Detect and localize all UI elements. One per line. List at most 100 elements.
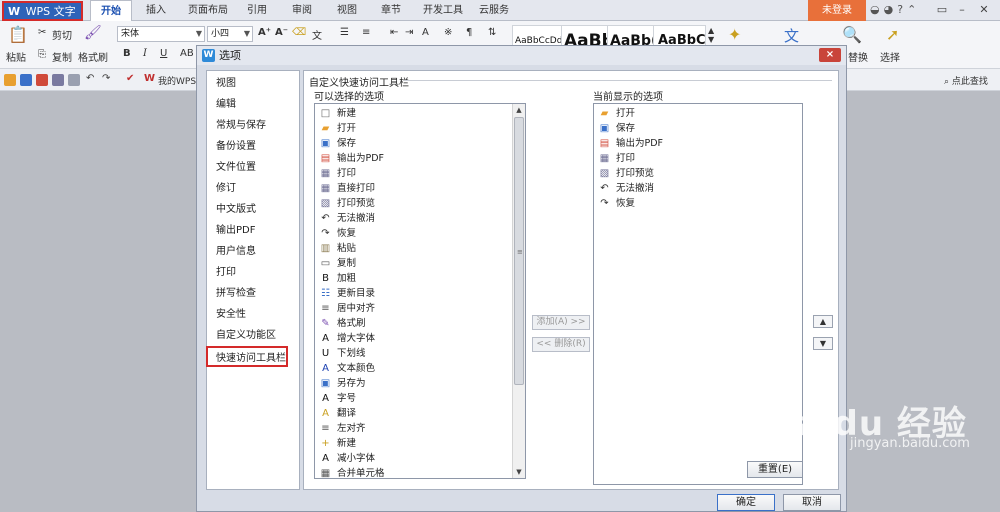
cut-icon[interactable]: ✂ <box>38 27 46 38</box>
list-item[interactable]: A 字号 <box>317 391 356 406</box>
nav-item-print[interactable]: 打印 <box>207 262 299 283</box>
styles-scroll-icon[interactable]: ▲ ▼ <box>708 26 714 44</box>
nav-item-backup[interactable]: 备份设置 <box>207 136 299 157</box>
scroll-down-icon[interactable]: ▼ <box>513 466 525 478</box>
tab-cloud[interactable]: 云服务 <box>474 0 514 21</box>
reset-button[interactable]: 重置(E) <box>747 461 803 478</box>
undo-icon[interactable]: ↶ <box>86 73 94 84</box>
nav-item-general-save[interactable]: 常规与保存 <box>207 115 299 136</box>
bold-button[interactable]: B <box>123 48 131 59</box>
nav-item-file-location[interactable]: 文件位置 <box>207 157 299 178</box>
nav-item-view[interactable]: 视图 <box>207 73 299 94</box>
list-item[interactable]: ▰ 打开 <box>317 121 356 136</box>
list-item[interactable]: ▦ 合并单元格 <box>317 466 385 478</box>
list-item[interactable]: ▦ 直接打印 <box>317 181 375 196</box>
save-icon[interactable] <box>20 74 32 86</box>
font-size-select[interactable]: 小四 ▼ <box>207 26 253 42</box>
new-style-icon[interactable]: ✦ <box>728 25 741 44</box>
tab-developer[interactable]: 开发工具 <box>418 0 468 21</box>
skin-icon[interactable]: ◒ <box>870 3 884 16</box>
list-item[interactable]: ▥ 粘贴 <box>317 241 356 256</box>
copy-icon[interactable]: ⎘ <box>38 49 46 60</box>
print-preview-icon[interactable] <box>68 74 80 86</box>
select-cursor-icon[interactable]: ➚ <box>886 25 899 44</box>
nav-item-edit[interactable]: 编辑 <box>207 94 299 115</box>
italic-button[interactable]: I <box>143 48 147 59</box>
scroll-thumb[interactable]: ≡ <box>514 117 524 385</box>
nav-item-customize-ribbon[interactable]: 自定义功能区 <box>207 325 299 346</box>
tab-references[interactable]: 引用 <box>240 0 274 21</box>
tab-chapter[interactable]: 章节 <box>374 0 408 21</box>
scrollbar[interactable]: ▲ ≡ ▼ <box>512 104 525 478</box>
select-button[interactable]: 选择 <box>880 49 900 64</box>
replace-button[interactable]: 替换 <box>848 49 868 64</box>
move-down-button[interactable]: ▼ <box>813 337 833 350</box>
remove-button[interactable]: << 删除(R) <box>532 337 590 352</box>
mywps-tab[interactable]: 我的WPS <box>158 74 196 87</box>
list-item[interactable]: U 下划线 <box>317 346 366 361</box>
cancel-button[interactable]: 取消 <box>783 494 841 511</box>
clear-format-icon[interactable]: ⌫ <box>292 27 306 38</box>
list-item[interactable]: ▧ 打印预览 <box>596 166 654 181</box>
list-item[interactable]: ↷ 恢复 <box>596 196 635 211</box>
tab-review[interactable]: 审阅 <box>285 0 319 21</box>
list-item[interactable]: ≡ 左对齐 <box>317 421 365 436</box>
list-item[interactable]: ▦ 打印 <box>596 151 635 166</box>
list-item[interactable]: ↶ 无法撤消 <box>317 211 375 226</box>
list-item[interactable]: ☷ 更新目录 <box>317 286 375 301</box>
text-tools-icon[interactable]: 文 <box>784 25 799 46</box>
list-item[interactable]: ↷ 恢复 <box>317 226 356 241</box>
phonetic-icon[interactable]: 文 <box>312 27 322 42</box>
list-item[interactable]: A 增大字体 <box>317 331 375 346</box>
numbered-list-icon[interactable]: ≡ <box>362 27 370 38</box>
feedback-icon[interactable]: ◕ <box>884 3 898 16</box>
decrease-indent-icon[interactable]: ⇤ <box>390 27 398 38</box>
minimize-icon[interactable]: – <box>954 2 970 18</box>
list-item[interactable]: A 文本颜色 <box>317 361 375 376</box>
wps-menu-button[interactable]: W WPS 文字 ▼ <box>2 1 83 35</box>
customize-quickbar-icon[interactable]: ✔ <box>126 73 134 84</box>
search-box[interactable]: ⌕ 点此查找 <box>944 74 988 87</box>
shrink-font-icon[interactable]: A⁻ <box>275 27 288 38</box>
list-item[interactable]: A 减小字体 <box>317 451 375 466</box>
font-case-icon[interactable]: A <box>422 27 429 38</box>
print-icon[interactable] <box>52 74 64 86</box>
list-item[interactable]: ▣ 保存 <box>317 136 356 151</box>
list-item[interactable]: ↶ 无法撤消 <box>596 181 654 196</box>
strikethrough-icon[interactable]: AB <box>180 48 194 59</box>
close-window-icon[interactable]: ✕ <box>976 2 992 18</box>
available-options-list[interactable]: ▲ ≡ ▼ □ 新建 ▰ 打开 ▣ 保存 ▤ 输出为PDF ▦ 打印 ▦ 直接打印 ▧ 打印预览 ↶ 无法撤消… <box>314 103 526 479</box>
nav-item-spelling[interactable]: 拼写检查 <box>207 283 299 304</box>
ok-button[interactable]: 确定 <box>717 494 775 511</box>
dialog-title-bar[interactable]: W 选项 × <box>197 46 846 65</box>
list-item[interactable]: ▤ 输出为PDF <box>596 136 663 151</box>
font-name-select[interactable]: 宋体 ▼ <box>117 26 205 42</box>
tab-insert[interactable]: 插入 <box>138 0 174 21</box>
export-pdf-icon[interactable] <box>36 74 48 86</box>
open-folder-icon[interactable] <box>4 74 16 86</box>
find-replace-icon[interactable]: 🔍 <box>842 25 862 44</box>
list-item[interactable]: ≡ 居中对齐 <box>317 301 375 316</box>
tab-page-layout[interactable]: 页面布局 <box>182 0 234 21</box>
list-item[interactable]: ✎ 格式刷 <box>317 316 365 331</box>
nav-item-user-info[interactable]: 用户信息 <box>207 241 299 262</box>
tab-home[interactable]: 开始 <box>90 0 132 21</box>
move-up-button[interactable]: ▲ <box>813 315 833 328</box>
tab-view[interactable]: 视图 <box>330 0 364 21</box>
add-button[interactable]: 添加(A) >> <box>532 315 590 330</box>
close-icon[interactable]: × <box>819 48 841 62</box>
redo-icon[interactable]: ↷ <box>102 73 110 84</box>
chinese-layout-icon[interactable]: ※ <box>444 27 452 38</box>
cut-button[interactable]: 剪切 <box>52 27 72 42</box>
nav-item-chinese-layout[interactable]: 中文版式 <box>207 199 299 220</box>
show-marks-icon[interactable]: ¶ <box>466 27 472 38</box>
nav-item-revision[interactable]: 修订 <box>207 178 299 199</box>
format-painter-button[interactable]: 格式刷 <box>78 49 108 64</box>
list-item[interactable]: ▰ 打开 <box>596 106 635 121</box>
scroll-up-icon[interactable]: ▲ <box>513 104 525 116</box>
list-item[interactable]: ▧ 打印预览 <box>317 196 375 211</box>
list-item[interactable]: ▤ 输出为PDF <box>317 151 384 166</box>
format-painter-icon[interactable]: 🖌 <box>84 25 102 41</box>
list-item[interactable]: ▣ 另存为 <box>317 376 366 391</box>
list-item[interactable]: ▣ 保存 <box>596 121 635 136</box>
